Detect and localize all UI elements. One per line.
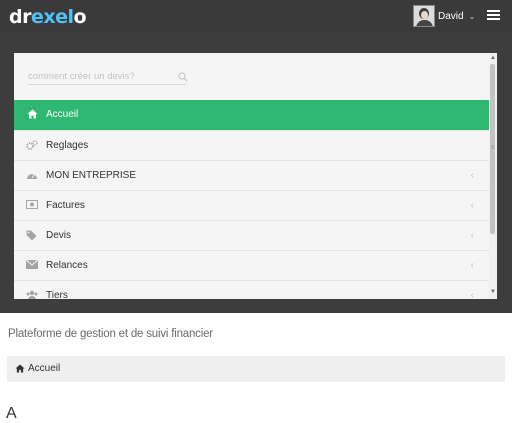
avatar [413, 5, 435, 27]
page-subtitle: Plateforme de gestion et de suivi financ… [8, 328, 213, 340]
sidebar-item-accueil[interactable]: Accueil [14, 100, 489, 130]
home-icon [15, 364, 25, 373]
chevron-left-icon: ‹ [470, 200, 474, 211]
top-navbar: drexelo David ⌄ [0, 0, 512, 32]
breadcrumb-item[interactable]: Accueil [28, 363, 60, 375]
scroll-up-arrow-icon[interactable]: ▲ [490, 55, 496, 61]
search-placeholder: comment créer un devis? [28, 71, 135, 82]
sidebar-item-devis[interactable]: Devis ‹ [14, 220, 489, 250]
chevron-left-icon: ‹ [470, 170, 474, 181]
logo-text-3: o [73, 6, 87, 28]
brand-logo[interactable]: drexelo [9, 6, 87, 28]
menu-toggle-icon[interactable] [487, 10, 500, 21]
sidebar-item-mon-entreprise[interactable]: MON ENTREPRISE ‹ [14, 160, 489, 190]
cogs-icon [26, 140, 38, 151]
page-heading: A [6, 405, 17, 422]
logo-text-1: dr [9, 6, 31, 28]
chevron-left-icon: ‹ [470, 290, 474, 299]
chevron-left-icon: ‹ [470, 230, 474, 241]
sidebar-item-label: Reglages [46, 140, 89, 151]
tags-icon [26, 230, 38, 241]
chevron-left-icon: ‹ [470, 260, 474, 271]
sidebar-menu-panel: comment créer un devis? Accueil Reglages… [14, 53, 497, 299]
sidebar-item-relances[interactable]: Relances ‹ [14, 250, 489, 280]
home-icon [26, 109, 38, 120]
logo-text-2: exel [30, 6, 74, 28]
sidebar-item-label: MON ENTREPRISE [46, 170, 137, 181]
user-name: David [438, 10, 464, 22]
money-icon [26, 200, 38, 211]
sidebar-item-label: Tiers [46, 290, 68, 299]
envelope-icon [25, 259, 39, 271]
dashboard-icon [26, 170, 38, 181]
sidebar-item-label: Devis [46, 230, 72, 241]
search-icon[interactable] [178, 72, 188, 82]
user-menu[interactable]: David ⌄ [413, 5, 475, 27]
chevron-down-icon: ⌄ [468, 11, 476, 21]
sidebar-item-reglages[interactable]: Reglages [14, 130, 489, 160]
scroll-down-arrow-icon[interactable]: ▼ [490, 289, 496, 295]
sidebar-item-factures[interactable]: Factures ‹ [14, 190, 489, 220]
sidebar-item-tiers[interactable]: Tiers ‹ [14, 280, 489, 299]
breadcrumb: Accueil [7, 356, 505, 382]
sidebar-item-label: Accueil [46, 109, 79, 120]
search-input[interactable]: comment créer un devis? [28, 69, 188, 85]
sidebar-item-label: Relances [46, 260, 88, 271]
sidebar-item-label: Factures [46, 200, 85, 211]
sidebar-menu: Accueil Reglages MON ENTREPRISE ‹ Factur… [14, 100, 489, 299]
users-icon [26, 290, 38, 299]
scroll-grip-icon: ≡ [491, 145, 495, 151]
